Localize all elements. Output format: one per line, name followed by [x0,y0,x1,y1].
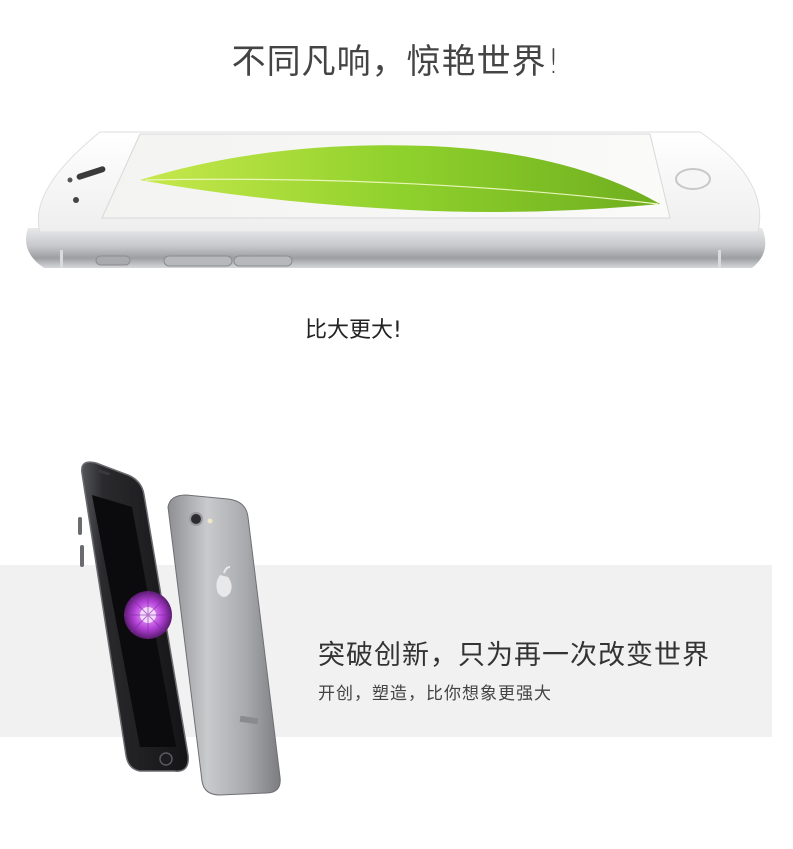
phone-side-illustration [26,131,766,268]
flash [207,518,213,524]
feature-subtitle: 开创，塑造，比你想象更强大 [318,684,552,704]
subhead-text: 比大更大! [305,318,402,343]
rear-camera [189,512,203,526]
flower-wallpaper [124,591,172,639]
page-headline: 不同凡响，惊艳世界! [231,42,562,82]
front-camera [67,177,73,183]
mute-switch [95,255,131,266]
phone-side-image [10,120,780,290]
feature-title: 突破创新，只为再一次改变世界 [318,640,710,671]
sensor-dot [73,197,79,203]
phones-angle-image [70,455,300,820]
volume-up-button [163,255,233,267]
front-home-button [159,752,173,766]
home-button [675,168,711,190]
volume-down-button [233,255,293,267]
phone-frame [26,228,766,268]
phones-angle-illustration [78,461,281,796]
